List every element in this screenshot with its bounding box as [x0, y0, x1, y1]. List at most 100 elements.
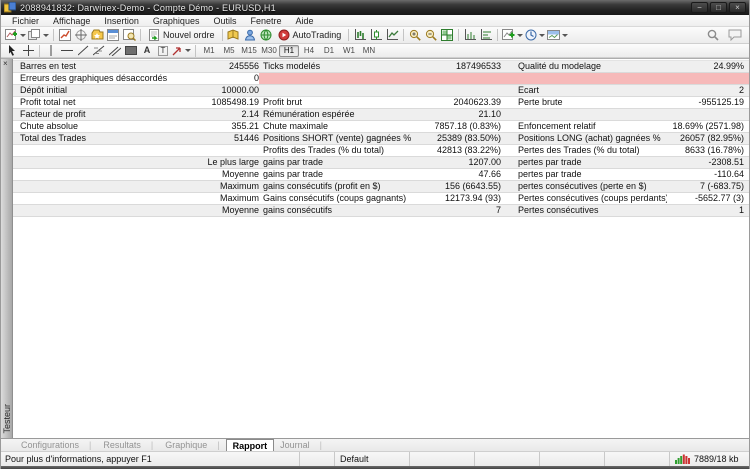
- new-order-button[interactable]: Nouvel ordre: [144, 28, 219, 43]
- timeframe-button[interactable]: M5: [219, 45, 239, 57]
- tester-tab[interactable]: Rapport: [226, 439, 275, 451]
- metric-label: Perte brute: [501, 97, 667, 108]
- status-cell: [474, 452, 539, 466]
- metric-value: 8633 (16.78%): [667, 145, 749, 156]
- crosshair-icon[interactable]: [20, 45, 36, 57]
- report-row: Maximum Gains consécutifs (coups gagnant…: [13, 193, 749, 205]
- restore-button[interactable]: □: [710, 2, 727, 13]
- navigator-icon[interactable]: [89, 28, 105, 43]
- report-row: Profit total net 1085498.19 Profit brut …: [13, 97, 749, 109]
- line-chart-icon[interactable]: [384, 28, 400, 43]
- templates-icon[interactable]: [546, 28, 569, 43]
- timeframe-button[interactable]: H4: [299, 45, 319, 57]
- report-row: Total des Trades 51446 Positions SHORT (…: [13, 133, 749, 145]
- tile-windows-icon[interactable]: [439, 28, 455, 43]
- title-bar: 2088941832: Darwinex-Demo - Compte Démo …: [1, 0, 749, 15]
- status-bar: Pour plus d'informations, appuyer F1 Def…: [1, 451, 749, 466]
- report-row: Moyenne gains consécutifs 7 Pertes consé…: [13, 205, 749, 217]
- status-cell: [539, 452, 604, 466]
- chat-icon[interactable]: [727, 28, 743, 43]
- status-cell: [409, 452, 474, 466]
- terminal-icon[interactable]: [105, 28, 121, 43]
- menu-item[interactable]: Insertion: [97, 16, 146, 26]
- metric-label: Positions LONG (achat) gagnées %: [501, 133, 667, 144]
- report-view: Barres en test 245556 Ticks modelés 1874…: [13, 59, 749, 438]
- metric-label: Chute absolue: [13, 121, 169, 132]
- indicators-icon[interactable]: [501, 28, 524, 43]
- arrange-horizontal-icon[interactable]: [462, 28, 478, 43]
- vertical-line-icon[interactable]: [43, 45, 59, 57]
- tester-tab[interactable]: Resultats: [97, 439, 159, 451]
- tester-tab[interactable]: Graphique: [159, 439, 225, 451]
- close-button[interactable]: ×: [729, 2, 746, 13]
- timeframe-button[interactable]: M1: [199, 45, 219, 57]
- new-chart-icon[interactable]: [4, 28, 27, 43]
- metric-label: [259, 73, 423, 84]
- profiles-icon[interactable]: [27, 28, 50, 43]
- autotrading-button[interactable]: AutoTrading: [274, 28, 346, 43]
- strategy-tester-icon[interactable]: [121, 28, 137, 43]
- periods-icon[interactable]: [524, 28, 546, 43]
- cursor-icon[interactable]: [4, 45, 20, 57]
- report-row: Profits des Trades (% du total) 42813 (8…: [13, 145, 749, 157]
- timeframe-button[interactable]: D1: [319, 45, 339, 57]
- bar-chart-icon[interactable]: [352, 28, 368, 43]
- shapes-icon[interactable]: [123, 45, 139, 57]
- menu-item[interactable]: Outils: [206, 16, 243, 26]
- metric-label: gains par trade: [259, 169, 423, 180]
- metric-label: [259, 85, 423, 96]
- data-window-icon[interactable]: [73, 28, 89, 43]
- timeframe-button[interactable]: H1: [279, 45, 299, 57]
- tester-tab[interactable]: Journal: [274, 439, 328, 451]
- menu-item[interactable]: Fenetre: [243, 16, 288, 26]
- metric-value: -5652.77 (3): [667, 193, 749, 204]
- text-icon[interactable]: A: [139, 45, 155, 57]
- market-watch-icon[interactable]: [57, 28, 73, 43]
- menu-item[interactable]: Aide: [289, 16, 321, 26]
- status-profile[interactable]: Default: [334, 452, 409, 466]
- timeframe-button[interactable]: M30: [259, 45, 279, 57]
- metric-value: -110.64: [667, 169, 749, 180]
- metaeditor-icon[interactable]: [226, 28, 242, 43]
- website-icon[interactable]: [258, 28, 274, 43]
- channel-icon[interactable]: [107, 45, 123, 57]
- menu-item[interactable]: Fichier: [5, 16, 46, 26]
- metric-label: [501, 109, 667, 120]
- menu-item[interactable]: Affichage: [46, 16, 97, 26]
- metric-label: [13, 169, 169, 180]
- metric-label: Profit total net: [13, 97, 169, 108]
- panel-close-icon[interactable]: ×: [3, 60, 8, 68]
- zoom-out-icon[interactable]: [423, 28, 439, 43]
- candlestick-icon[interactable]: [368, 28, 384, 43]
- timeframe-button[interactable]: MN: [359, 45, 379, 57]
- horizontal-line-icon[interactable]: [59, 45, 75, 57]
- trendline-icon[interactable]: [75, 45, 91, 57]
- zoom-in-icon[interactable]: [407, 28, 423, 43]
- minimize-button[interactable]: −: [691, 2, 708, 13]
- arrange-vertical-icon[interactable]: [478, 28, 494, 43]
- metric-value: [667, 109, 749, 120]
- label-icon[interactable]: T: [155, 45, 171, 57]
- metric-value: [423, 73, 501, 84]
- report-row: Chute absolue 355.21 Chute maximale 7857…: [13, 121, 749, 133]
- metric-label: Qualité du modelage: [501, 61, 667, 72]
- tester-tab[interactable]: Configurations: [15, 439, 97, 451]
- metric-label: Pertes consécutives: [501, 205, 667, 216]
- metric-value: 7: [423, 205, 501, 216]
- metric-value: 1: [667, 205, 749, 216]
- report-row: Maximum gains consécutifs (profit en $) …: [13, 181, 749, 193]
- community-icon[interactable]: [242, 28, 258, 43]
- metric-label: [13, 193, 169, 204]
- metric-label: Total des Trades: [13, 133, 169, 144]
- metric-value: 355.21: [169, 121, 259, 132]
- arrows-icon[interactable]: [171, 45, 192, 57]
- fibonacci-icon[interactable]: [91, 45, 107, 57]
- metric-label: Rémunération espérée: [259, 109, 423, 120]
- search-icon[interactable]: [705, 28, 721, 43]
- metric-value: [169, 145, 259, 156]
- metric-value: 42813 (83.22%): [423, 145, 501, 156]
- timeframe-button[interactable]: M15: [239, 45, 259, 57]
- menu-item[interactable]: Graphiques: [146, 16, 207, 26]
- timeframe-button[interactable]: W1: [339, 45, 359, 57]
- report-row: Barres en test 245556 Ticks modelés 1874…: [13, 61, 749, 73]
